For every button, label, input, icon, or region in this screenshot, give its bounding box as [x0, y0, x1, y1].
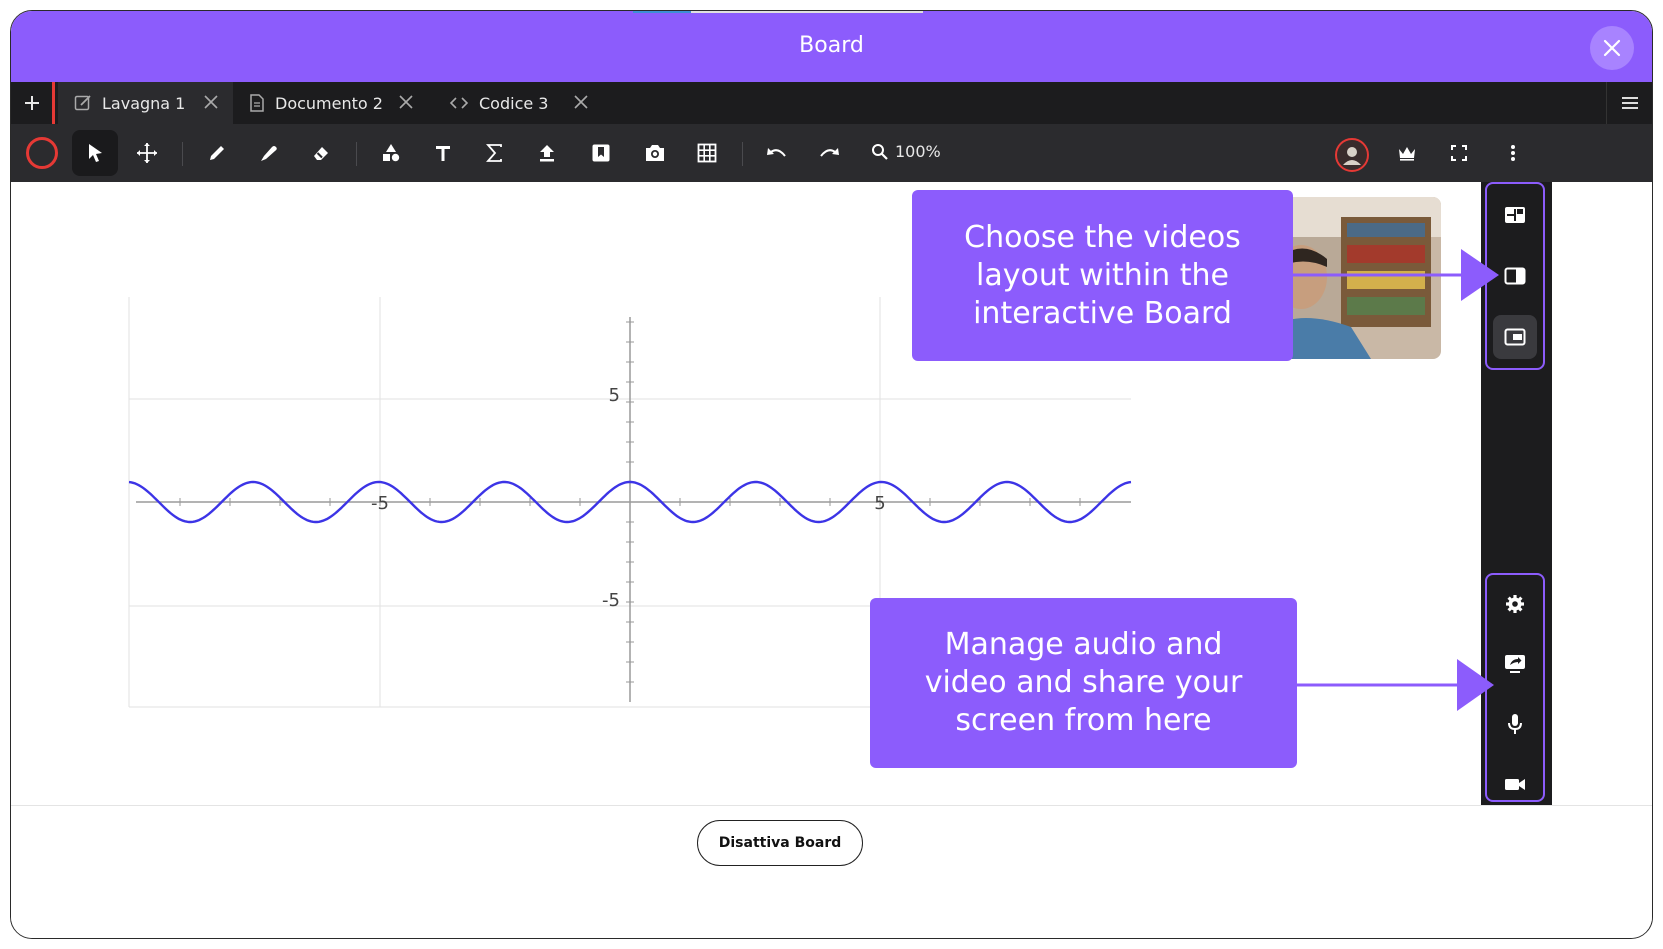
- media-callout-arrow: [1297, 659, 1494, 711]
- move-tool-button[interactable]: [124, 130, 170, 176]
- redo-icon: [820, 148, 839, 157]
- progress-indicator-b: [691, 11, 923, 13]
- close-tab-icon[interactable]: [573, 94, 589, 110]
- layout-callout: Choose the videos layout within the inte…: [912, 190, 1293, 361]
- shapes-icon: [383, 144, 400, 162]
- bookmark-button[interactable]: [578, 130, 624, 176]
- edit-icon: [74, 94, 92, 112]
- tab-documento[interactable]: Documento 2: [233, 82, 428, 124]
- tab-bar: Lavagna 1 Documento 2 Codice 3: [11, 82, 1652, 124]
- code-icon: [449, 95, 469, 111]
- search-icon: [872, 143, 888, 160]
- more-options-button[interactable]: [1490, 130, 1536, 176]
- settings-icon: [1506, 595, 1524, 613]
- host-button[interactable]: [1384, 130, 1430, 176]
- select-tool-button[interactable]: [72, 130, 118, 176]
- record-button[interactable]: [19, 130, 65, 176]
- microphone-icon: [1508, 714, 1522, 734]
- avatar[interactable]: [1335, 138, 1369, 172]
- highlighter-icon: [261, 146, 277, 161]
- video-camera-icon: [1505, 779, 1525, 790]
- plus-icon: [24, 96, 39, 110]
- close-icon: [1603, 39, 1621, 57]
- drawing-toolbar: 100%: [11, 124, 1652, 182]
- close-tab-icon[interactable]: [203, 94, 219, 110]
- hamburger-menu-icon: [1621, 97, 1638, 109]
- progress-indicator-a: [633, 11, 691, 13]
- toolbar-separator: [356, 142, 357, 166]
- text-icon: [436, 146, 450, 161]
- y-tick-label: -5: [602, 590, 620, 611]
- disable-board-button[interactable]: Disattiva Board: [697, 820, 863, 866]
- toolbar-separator: [742, 142, 743, 166]
- highlighter-tool-button[interactable]: [246, 130, 292, 176]
- x-tick-label: -5: [371, 493, 389, 514]
- tab-codice[interactable]: Codice 3: [433, 82, 603, 124]
- text-tool-button[interactable]: [420, 130, 466, 176]
- bookmark-icon: [592, 144, 610, 162]
- formula-tool-button[interactable]: [472, 130, 518, 176]
- footer: Disattiva Board: [11, 805, 1652, 938]
- pip-layout-icon: [1504, 328, 1526, 346]
- pen-tool-button[interactable]: [194, 130, 240, 176]
- layout-callout-arrow: [1293, 249, 1499, 301]
- upload-button[interactable]: [524, 130, 570, 176]
- grid-button[interactable]: [684, 130, 730, 176]
- share-screen-icon: [1505, 655, 1525, 673]
- side-layout-icon: [1504, 267, 1526, 285]
- crown-icon: [1399, 147, 1415, 161]
- grid-layout-button[interactable]: [1493, 193, 1537, 237]
- close-tab-icon[interactable]: [398, 94, 414, 110]
- grid-layout-icon: [1505, 207, 1525, 223]
- camera-icon: [646, 145, 664, 161]
- share-screen-button[interactable]: [1493, 642, 1537, 686]
- settings-button[interactable]: [1493, 582, 1537, 626]
- fullscreen-button[interactable]: [1436, 130, 1482, 176]
- snapshot-button[interactable]: [632, 130, 678, 176]
- zoom-level: 100%: [895, 142, 941, 161]
- redo-button[interactable]: [806, 130, 852, 176]
- more-vertical-icon: [1511, 145, 1515, 161]
- tab-label: Codice 3: [479, 93, 549, 113]
- camera-button[interactable]: [1493, 762, 1537, 806]
- user-avatar-icon: [1343, 147, 1361, 165]
- tab-label: Lavagna 1: [102, 93, 186, 113]
- tab-label: Documento 2: [275, 93, 383, 113]
- window-title: Board: [799, 33, 864, 58]
- menu-button[interactable]: [1606, 82, 1652, 124]
- eraser-icon: [314, 147, 328, 160]
- shapes-tool-button[interactable]: [368, 130, 414, 176]
- move-icon: [137, 143, 157, 163]
- toolbar-separator: [182, 142, 183, 166]
- pen-icon: [210, 146, 224, 160]
- grid-icon: [697, 143, 717, 163]
- add-tab-button[interactable]: [11, 82, 55, 124]
- microphone-button[interactable]: [1493, 702, 1537, 746]
- select-arrow-icon: [89, 144, 102, 162]
- y-tick-label: 5: [609, 385, 620, 406]
- board-window: Board Lavagna 1 Documento 2 Codice 3 100…: [10, 10, 1653, 939]
- close-button[interactable]: [1590, 26, 1634, 70]
- tab-lavagna[interactable]: Lavagna 1: [58, 82, 233, 124]
- pip-layout-button[interactable]: [1493, 315, 1537, 359]
- zoom-control[interactable]: 100%: [871, 142, 941, 161]
- title-bar: Board: [11, 11, 1652, 82]
- document-icon: [249, 94, 265, 112]
- undo-icon: [767, 148, 786, 157]
- record-icon: [26, 137, 58, 169]
- sigma-icon: [486, 144, 502, 162]
- x-tick-label: 5: [874, 493, 885, 514]
- undo-button[interactable]: [754, 130, 800, 176]
- fullscreen-icon: [1451, 145, 1467, 161]
- upload-icon: [540, 145, 554, 162]
- eraser-tool-button[interactable]: [298, 130, 344, 176]
- media-callout: Manage audio and video and share your sc…: [870, 598, 1297, 768]
